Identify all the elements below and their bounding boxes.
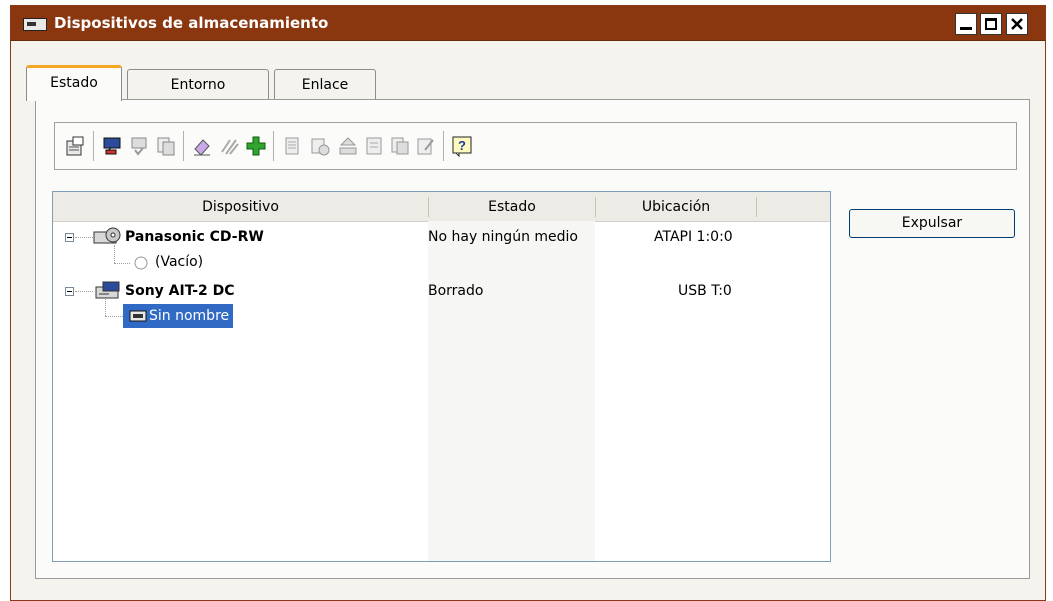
tab-enlace[interactable]: Enlace bbox=[274, 69, 376, 99]
device-list[interactable]: Dispositivo Estado Ubicación Panasonic C… bbox=[52, 191, 831, 562]
duplicate-icon[interactable] bbox=[389, 135, 411, 157]
media-icon[interactable] bbox=[309, 135, 331, 157]
tape-drive-icon bbox=[95, 281, 120, 299]
device-status: No hay ningún medio bbox=[428, 229, 578, 245]
check-icon[interactable] bbox=[129, 135, 151, 157]
list-header: Dispositivo Estado Ubicación bbox=[53, 192, 830, 222]
device-location: USB T:0 bbox=[678, 283, 732, 299]
scan-icon[interactable] bbox=[219, 135, 241, 157]
collapse-toggle[interactable] bbox=[65, 287, 74, 296]
cd-drive-icon bbox=[93, 227, 121, 244]
window-title: Dispositivos de almacenamiento bbox=[54, 14, 329, 32]
edit-icon[interactable] bbox=[415, 135, 437, 157]
header-ubicacion[interactable]: Ubicación bbox=[596, 192, 756, 221]
device-location: ATAPI 1:0:0 bbox=[654, 229, 733, 245]
toolbar: ? bbox=[54, 122, 1017, 170]
close-icon bbox=[1011, 18, 1023, 30]
help-icon[interactable]: ? bbox=[451, 135, 473, 157]
eject-button[interactable]: Expulsar bbox=[849, 209, 1015, 238]
eject-tray-icon[interactable] bbox=[337, 135, 359, 157]
tab-estado[interactable]: Estado bbox=[26, 65, 122, 101]
media-name: Sin nombre bbox=[149, 308, 230, 324]
list-icon[interactable] bbox=[281, 135, 303, 157]
collapse-toggle[interactable] bbox=[65, 233, 74, 242]
header-dispositivo[interactable]: Dispositivo bbox=[53, 192, 428, 221]
copy-icon[interactable] bbox=[155, 135, 177, 157]
minimize-button[interactable] bbox=[955, 13, 977, 35]
title-bar[interactable]: Dispositivos de almacenamiento bbox=[11, 6, 1045, 41]
tab-entorno[interactable]: Entorno bbox=[127, 69, 269, 99]
empty-media-icon bbox=[134, 256, 148, 270]
close-button[interactable] bbox=[1006, 13, 1028, 35]
erase-icon[interactable] bbox=[191, 135, 213, 157]
maximize-button[interactable] bbox=[980, 13, 1002, 35]
drive-icon bbox=[23, 18, 47, 31]
add-icon[interactable] bbox=[245, 135, 267, 157]
message-icon[interactable] bbox=[101, 135, 123, 157]
label-icon[interactable] bbox=[363, 135, 385, 157]
media-name[interactable]: (Vacío) bbox=[155, 254, 203, 270]
device-name[interactable]: Sony AIT-2 DC bbox=[125, 283, 235, 299]
eject-button-label: Expulsar bbox=[901, 215, 963, 231]
svg-text:?: ? bbox=[458, 138, 466, 153]
device-status: Borrado bbox=[428, 283, 484, 299]
status-column-shade bbox=[428, 221, 595, 561]
properties-icon[interactable] bbox=[65, 135, 87, 157]
device-name[interactable]: Panasonic CD-RW bbox=[125, 229, 264, 245]
tape-icon bbox=[129, 310, 147, 322]
header-estado[interactable]: Estado bbox=[429, 192, 595, 221]
